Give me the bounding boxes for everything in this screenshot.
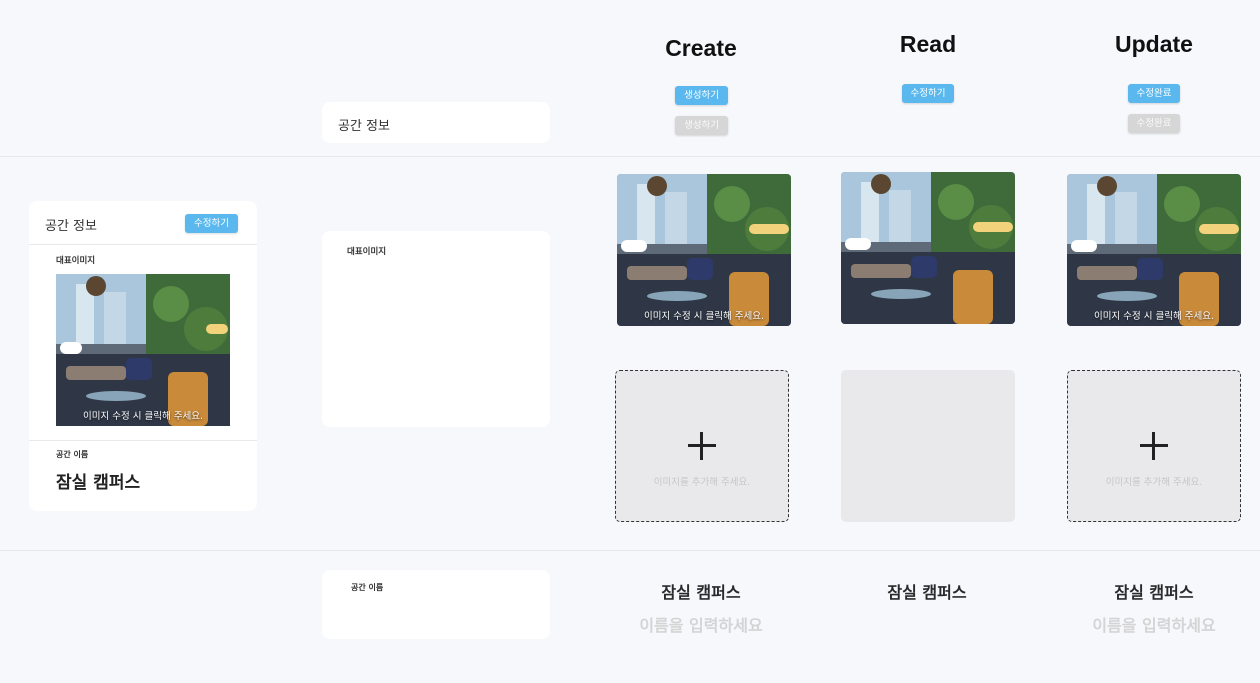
add-image-button-create[interactable]: 이미지를 추가해 주세요.: [615, 370, 789, 522]
preview-card-title: 공간 정보: [45, 219, 97, 234]
add-image-button-update[interactable]: 이미지를 추가해 주세요.: [1067, 370, 1241, 522]
column-title-create: Create: [665, 35, 737, 61]
space-name-value: 잠실 캠퍼스: [56, 473, 141, 493]
section-label: 공간 이름: [351, 583, 384, 592]
add-image-hint: 이미지를 추가해 주세요.: [653, 477, 751, 488]
space-name-create: 잠실 캠퍼스: [661, 583, 741, 602]
plus-icon: [1140, 432, 1168, 460]
space-name-update: 잠실 캠퍼스: [1114, 583, 1194, 602]
section-card-main-image: 대표이미지: [322, 231, 550, 427]
image-update[interactable]: 이미지 수정 시 클릭해 주세요.: [1067, 174, 1241, 326]
create-button[interactable]: 생성하기: [675, 86, 728, 105]
preview-edit-button[interactable]: 수정하기: [185, 214, 238, 233]
add-image-hint: 이미지를 추가해 주세요.: [1105, 477, 1203, 488]
image-caption: 이미지 수정 시 클릭해 주세요.: [1094, 311, 1214, 322]
divider: [29, 440, 257, 441]
column-title-read: Read: [899, 31, 957, 57]
name-label: 공간 이름: [56, 450, 89, 459]
row-divider: [0, 156, 1260, 157]
update-complete-button[interactable]: 수정완료: [1128, 84, 1180, 103]
plus-icon: [688, 432, 716, 460]
image-read: [841, 172, 1015, 324]
edit-button[interactable]: 수정하기: [902, 84, 954, 103]
main-image-preview[interactable]: 이미지 수정 시 클릭해 주세요.: [56, 274, 230, 426]
divider: [29, 244, 257, 245]
space-info-preview-card: 공간 정보 수정하기 대표이미지 이미지 수정 시 클릭해 주세요. 공간 이름…: [29, 201, 257, 511]
image-caption: 이미지 수정 시 클릭해 주세요.: [83, 411, 203, 422]
create-button-disabled[interactable]: 생성하기: [675, 116, 728, 135]
name-input-update[interactable]: 이름을 입력하세요: [1054, 612, 1254, 636]
section-label: 공간 정보: [338, 119, 390, 134]
section-card-space-name: 공간 이름: [322, 570, 550, 639]
row-divider: [0, 550, 1260, 551]
image-label: 대표이미지: [56, 256, 96, 266]
space-name-read: 잠실 캠퍼스: [887, 583, 967, 602]
name-input-create[interactable]: 이름을 입력하세요: [601, 612, 801, 636]
column-title-update: Update: [1115, 31, 1193, 57]
image-caption: 이미지 수정 시 클릭해 주세요.: [644, 311, 764, 322]
image-placeholder-read: [841, 370, 1015, 522]
section-label: 대표이미지: [347, 247, 387, 257]
image-create[interactable]: 이미지 수정 시 클릭해 주세요.: [617, 174, 791, 326]
update-complete-button-disabled[interactable]: 수정완료: [1128, 114, 1180, 133]
section-card-space-info: 공간 정보: [322, 102, 550, 143]
